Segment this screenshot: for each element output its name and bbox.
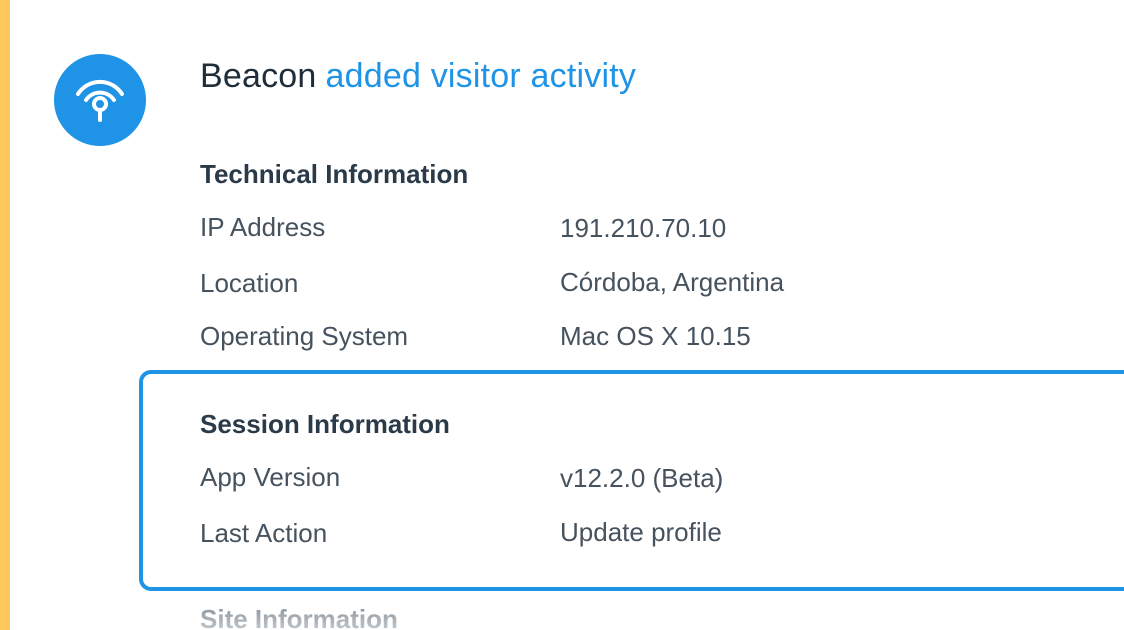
operating-system-label: Operating System (200, 321, 409, 351)
operating-system-value: Mac OS X 10.15 (560, 321, 751, 351)
beacon-avatar (54, 54, 146, 146)
technical-section-title: Technical Information (200, 159, 469, 189)
app-version-label: App Version (200, 462, 341, 492)
activity-panel: Beacon added visitor activity Technical I… (0, 0, 1124, 630)
last-action-value: Update profile (560, 517, 722, 547)
event-headline: Beacon added visitor activity (200, 56, 636, 96)
session-section-title: Session Information (200, 409, 450, 439)
accent-bar (0, 0, 10, 630)
location-label: Location (200, 268, 299, 298)
site-section-title: Site Information (200, 604, 398, 630)
ip-address-value: 191.210.70.10 (560, 213, 727, 243)
location-value: Córdoba, Argentina (560, 267, 785, 297)
ip-address-label: IP Address (200, 212, 326, 242)
beacon-signal-icon (76, 79, 124, 122)
event-action[interactable]: added visitor activity (326, 57, 637, 95)
event-actor: Beacon (200, 57, 317, 95)
app-version-value: v12.2.0 (Beta) (560, 463, 724, 493)
last-action-label: Last Action (200, 518, 328, 548)
bottom-fade-overlay (10, 596, 1124, 630)
